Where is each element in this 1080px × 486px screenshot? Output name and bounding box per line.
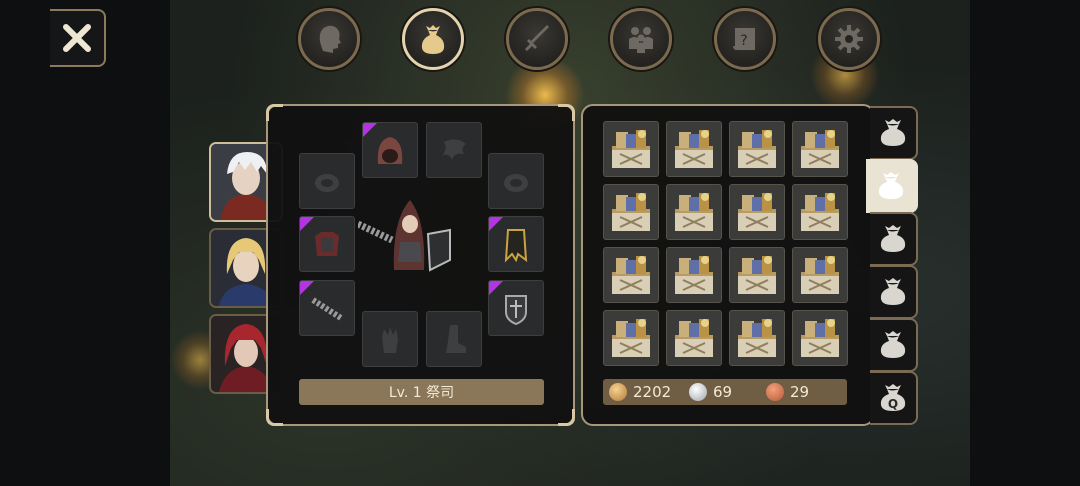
ring-slot-right[interactable] <box>488 153 544 209</box>
sword-icon <box>525 25 549 51</box>
inventory-slot[interactable] <box>603 184 659 240</box>
rarity-marker <box>363 123 377 137</box>
svg-text:?: ? <box>740 33 747 49</box>
character-level-class: Lv. 1 祭司 <box>299 379 544 405</box>
silver-coin-icon <box>689 383 707 401</box>
weapon-slot[interactable] <box>299 280 355 336</box>
bag-tab-4[interactable] <box>870 265 918 319</box>
cape-slot[interactable] <box>488 216 544 272</box>
rarity-marker <box>300 217 314 231</box>
inventory-slot[interactable] <box>729 121 785 177</box>
inventory-slot[interactable] <box>666 121 722 177</box>
scroll-icon: ? <box>733 28 755 50</box>
treasure-chest-icon <box>612 319 650 357</box>
glove-outline-icon <box>382 327 398 353</box>
treasure-chest-icon <box>738 130 776 168</box>
boot-outline-icon <box>446 325 466 353</box>
tab-party[interactable] <box>610 8 672 70</box>
inventory-slot[interactable] <box>603 310 659 366</box>
treasure-chest-icon <box>738 319 776 357</box>
tab-character[interactable] <box>298 8 360 70</box>
inventory-slot[interactable] <box>729 247 785 303</box>
character-model <box>358 200 451 272</box>
tab-quest[interactable]: ? <box>714 8 776 70</box>
rarity-marker <box>489 217 503 231</box>
inventory-slot[interactable] <box>792 121 848 177</box>
close-button[interactable] <box>50 9 106 67</box>
gloves-slot[interactable] <box>362 311 418 367</box>
bag-tab-label: Q <box>888 397 898 411</box>
treasure-chest-icon <box>801 193 839 231</box>
bag-tab-6[interactable]: Q <box>870 371 918 425</box>
boots-slot[interactable] <box>426 311 482 367</box>
inventory-slot[interactable] <box>603 121 659 177</box>
inventory-slot[interactable] <box>666 184 722 240</box>
treasure-chest-icon <box>738 256 776 294</box>
inventory-slot[interactable] <box>603 247 659 303</box>
inventory-slot[interactable] <box>666 310 722 366</box>
ring-outline-icon <box>504 174 528 192</box>
treasure-chest-icon <box>801 319 839 357</box>
gold-coin-icon <box>609 383 627 401</box>
copper-coin-icon <box>766 383 784 401</box>
treasure-chest-icon <box>675 130 713 168</box>
inventory-slot[interactable] <box>792 310 848 366</box>
inventory-slot[interactable] <box>792 247 848 303</box>
gear-icon <box>835 25 863 53</box>
inventory-slot[interactable] <box>792 184 848 240</box>
tab-skills[interactable] <box>506 8 568 70</box>
treasure-chest-icon <box>612 256 650 294</box>
treasure-chest-icon <box>801 130 839 168</box>
tab-inventory[interactable] <box>402 8 464 70</box>
inventory-slot[interactable] <box>666 247 722 303</box>
bag-tab-5[interactable] <box>870 318 918 372</box>
bag-icon <box>880 278 906 305</box>
armor-slot[interactable] <box>299 216 355 272</box>
treasure-chest-icon <box>675 193 713 231</box>
treasure-chest-icon <box>738 193 776 231</box>
bag-tab-1[interactable] <box>870 106 918 160</box>
head-slot[interactable] <box>362 122 418 178</box>
bag-icon <box>880 119 906 146</box>
rarity-marker <box>489 281 503 295</box>
inventory-slot[interactable] <box>729 310 785 366</box>
copper-amount: 29 <box>790 383 810 401</box>
head-silhouette-icon <box>319 25 341 53</box>
bag-icon <box>421 25 445 54</box>
rarity-marker <box>300 281 314 295</box>
close-icon <box>63 24 91 52</box>
bag-icon <box>878 172 904 199</box>
treasure-chest-icon <box>801 256 839 294</box>
treasure-chest-icon <box>612 193 650 231</box>
currency-bar: 2202 69 29 <box>603 379 847 405</box>
cape-outline-icon <box>442 139 466 160</box>
bag-tab-2[interactable] <box>866 159 918 213</box>
treasure-chest-icon <box>675 319 713 357</box>
shield-slot[interactable] <box>488 280 544 336</box>
bag-q-icon: Q <box>880 384 906 411</box>
treasure-chest-icon <box>675 256 713 294</box>
bag-tab-3[interactable] <box>870 212 918 266</box>
party-icon <box>629 27 653 53</box>
cloak-slot[interactable] <box>426 122 482 178</box>
gold-amount: 2202 <box>633 383 672 401</box>
tab-settings[interactable] <box>818 8 880 70</box>
treasure-chest-icon <box>612 130 650 168</box>
silver-amount: 69 <box>713 383 733 401</box>
ring-slot-left[interactable] <box>299 153 355 209</box>
bag-icon <box>880 225 906 252</box>
bag-icon <box>880 331 906 358</box>
inventory-slot[interactable] <box>729 184 785 240</box>
ring-outline-icon <box>315 174 339 192</box>
